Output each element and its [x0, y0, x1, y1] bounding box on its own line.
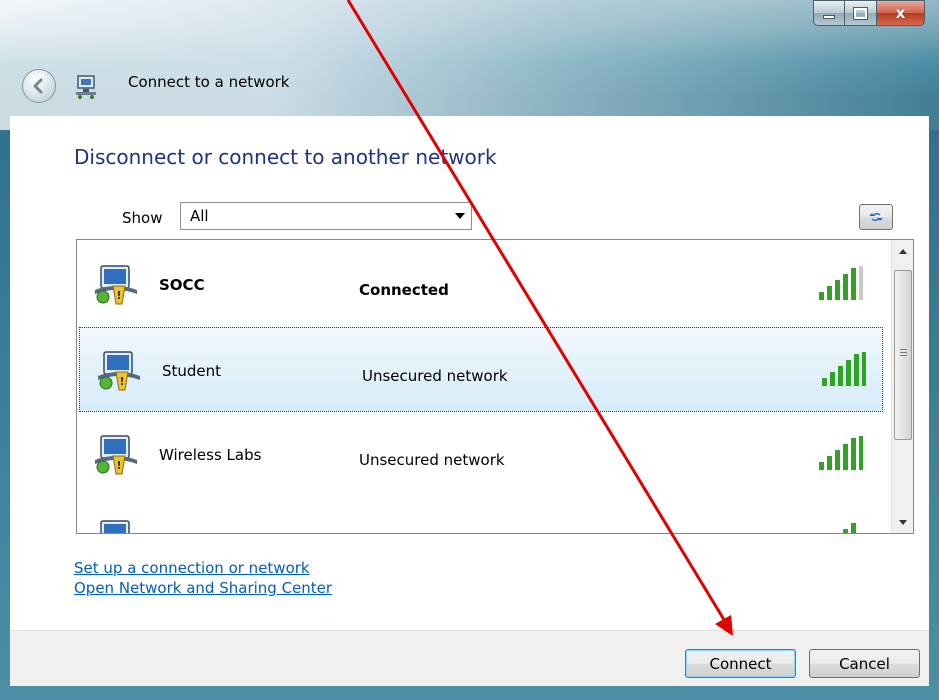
window-title: Connect to a network [128, 73, 290, 91]
signal-full-icon [819, 266, 863, 300]
network-status: Unsecured network [362, 367, 508, 385]
close-icon: x [895, 4, 906, 22]
refresh-button[interactable] [859, 204, 893, 230]
maximize-icon [853, 6, 868, 20]
back-button[interactable] [22, 69, 56, 103]
links-group: Set up a connection or network Open Netw… [74, 558, 332, 598]
signal-full-icon [819, 436, 863, 470]
minimize-button[interactable] [813, 0, 845, 26]
network-icon [76, 75, 96, 99]
minimize-icon [823, 15, 835, 19]
network-name: Student [162, 362, 222, 380]
dialog-footer: Connect Cancel [10, 630, 929, 686]
scroll-up-button[interactable] [892, 240, 913, 262]
network-row[interactable]: ! Wireless Labs Unsecured network [77, 412, 892, 497]
close-button[interactable]: x [877, 0, 925, 26]
wireless-network-icon: ! [95, 265, 137, 305]
content-panel: Disconnect or connect to another network… [10, 116, 929, 630]
maximize-button[interactable] [845, 0, 877, 26]
vertical-scrollbar[interactable] [891, 240, 913, 533]
wireless-network-icon: ! [98, 351, 140, 391]
show-label: Show [122, 209, 163, 227]
refresh-icon [869, 212, 883, 222]
wireless-network-icon [100, 520, 130, 533]
chevron-down-icon [898, 519, 907, 525]
network-status: Connected [359, 281, 449, 299]
show-filter-select[interactable]: All [180, 202, 472, 230]
cancel-button[interactable]: Cancel [809, 649, 920, 678]
scrollbar-thumb[interactable] [894, 270, 912, 440]
show-filter-value: All [190, 207, 209, 225]
sharing-center-link[interactable]: Open Network and Sharing Center [74, 578, 332, 598]
svg-text:!: ! [116, 459, 121, 472]
signal-partial-icon [843, 523, 856, 533]
network-row-selected[interactable]: ! Student Unsecured network [79, 327, 883, 412]
page-heading: Disconnect or connect to another network [74, 145, 497, 169]
svg-text:!: ! [116, 289, 121, 302]
window-controls: x [813, 0, 925, 26]
scroll-down-button[interactable] [892, 511, 913, 533]
network-status: Unsecured network [359, 451, 505, 469]
network-list[interactable]: ! SOCC Connected ! Student Unsecured net… [76, 239, 914, 534]
title-bar: x Connect to a network [0, 0, 939, 116]
chevron-up-icon [898, 248, 907, 254]
signal-full-icon [822, 352, 866, 386]
back-arrow-icon [33, 78, 43, 94]
grip-icon [900, 349, 907, 358]
wireless-network-icon: ! [95, 435, 137, 475]
setup-connection-link[interactable]: Set up a connection or network [74, 558, 332, 578]
network-row-partial[interactable] [77, 497, 892, 533]
network-row[interactable]: ! SOCC Connected [77, 242, 892, 327]
connect-button[interactable]: Connect [685, 649, 796, 678]
svg-text:!: ! [119, 375, 124, 388]
network-name: Wireless Labs [159, 446, 262, 464]
network-name: SOCC [159, 276, 205, 294]
chevron-down-icon [455, 213, 465, 219]
